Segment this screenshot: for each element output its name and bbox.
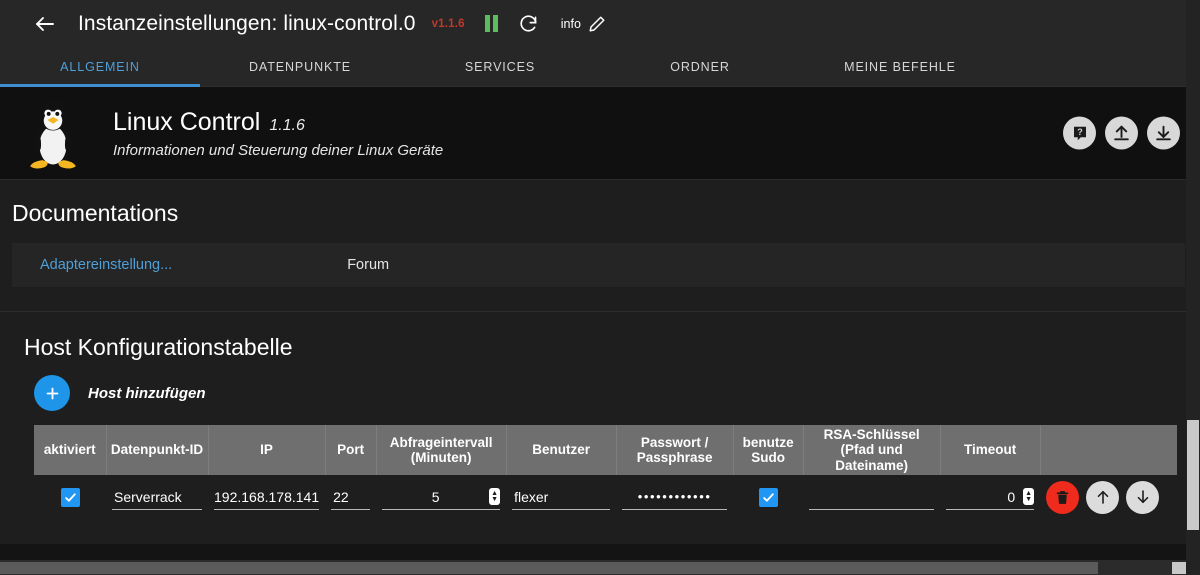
page-title: Instanzeinstellungen: linux-control.0 bbox=[78, 11, 416, 35]
question-mark-icon: ? bbox=[1073, 126, 1086, 140]
timeout-stepper[interactable]: ▲ ▼ bbox=[1023, 488, 1035, 505]
tab-allgemein[interactable]: ALLGEMEIN bbox=[0, 47, 200, 86]
col-port: Port bbox=[325, 425, 377, 475]
tux-penguin-logo-icon bbox=[30, 98, 76, 169]
move-row-up-button[interactable] bbox=[1086, 480, 1120, 514]
col-ip: IP bbox=[208, 425, 326, 475]
cell-port: 22 bbox=[325, 475, 376, 519]
arrow-up-icon bbox=[1097, 490, 1108, 504]
col-abfrageintervall: Abfrageintervall (Minuten) bbox=[376, 425, 507, 475]
svg-text:?: ? bbox=[1077, 127, 1083, 137]
plus-icon bbox=[46, 387, 58, 399]
vertical-scrollbar-thumb[interactable] bbox=[1187, 420, 1199, 530]
upload-button[interactable] bbox=[1105, 116, 1138, 150]
documentation-links-bar: Adaptereinstellung... Forum bbox=[12, 243, 1185, 287]
info-label[interactable]: info bbox=[561, 17, 581, 31]
host-table-heading: Host Konfigurationstabelle bbox=[24, 334, 293, 360]
timeout-field[interactable]: 0 ▲ ▼ bbox=[946, 484, 1035, 510]
download-button[interactable] bbox=[1147, 116, 1180, 150]
horizontal-scrollbar[interactable] bbox=[0, 560, 1186, 575]
benutzer-input[interactable]: flexer bbox=[512, 484, 611, 510]
help-button[interactable]: ? bbox=[1063, 116, 1096, 150]
version-badge: v1.1.6 bbox=[431, 17, 465, 30]
pause-icon[interactable] bbox=[484, 15, 498, 32]
cell-rsa-schluessel bbox=[803, 475, 940, 519]
adapter-version: 1.1.6 bbox=[269, 116, 305, 134]
adapter-title-group: Linux Control 1.1.6 Informationen und St… bbox=[113, 108, 443, 159]
ip-input[interactable]: 192.168.178.141 bbox=[214, 484, 320, 510]
datenpunkt-id-input[interactable]: Serverrack bbox=[112, 484, 202, 510]
rsa-key-input[interactable] bbox=[809, 484, 935, 510]
col-benutzer: Benutzer bbox=[506, 425, 617, 475]
col-actions bbox=[1040, 425, 1177, 475]
title-bar: Instanzeinstellungen: linux-control.0 v1… bbox=[0, 0, 1200, 47]
passwort-input[interactable]: •••••••••••• bbox=[638, 489, 712, 504]
trash-icon bbox=[1056, 490, 1069, 504]
adapter-name: Linux Control bbox=[113, 107, 261, 136]
vertical-scrollbar[interactable] bbox=[1186, 0, 1200, 575]
table-row: Serverrack 192.168.178.141 22 5 ▲ ▼ flex… bbox=[34, 475, 1177, 519]
tab-datenpunkte[interactable]: DATENPUNKTE bbox=[200, 47, 400, 86]
doc-link-adaptereinstellung[interactable]: Adaptereinstellung... bbox=[34, 257, 178, 273]
check-icon bbox=[762, 492, 774, 502]
horizontal-scrollbar-thumb[interactable] bbox=[0, 562, 1098, 574]
col-aktiviert: aktiviert bbox=[34, 425, 107, 475]
host-table-wrapper: aktiviert Datenpunkt-ID IP Port Abfragei… bbox=[0, 411, 1200, 519]
col-rsa-schluessel: RSA-Schlüssel (Pfad und Dateiname) bbox=[803, 425, 941, 475]
download-arrow-icon bbox=[1156, 125, 1171, 141]
doc-link-forum[interactable]: Forum bbox=[341, 257, 395, 273]
timeout-input[interactable]: 0 bbox=[946, 489, 1023, 505]
port-input[interactable]: 22 bbox=[331, 484, 371, 510]
tab-bar: ALLGEMEIN DATENPUNKTE SERVICES ORDNER ME… bbox=[0, 47, 1200, 87]
table-body: Serverrack 192.168.178.141 22 5 ▲ ▼ flex… bbox=[34, 475, 1177, 519]
host-table-section: Host Konfigurationstabelle Host hinzufüg… bbox=[0, 312, 1200, 519]
move-row-down-button[interactable] bbox=[1126, 480, 1160, 514]
row-action-buttons bbox=[1046, 480, 1171, 514]
adapter-header: Linux Control 1.1.6 Informationen und St… bbox=[0, 87, 1200, 180]
add-host-button[interactable] bbox=[34, 375, 70, 411]
col-datenpunkt-id: Datenpunkt-ID bbox=[106, 425, 209, 475]
documentation-section: Documentations Adaptereinstellung... For… bbox=[0, 180, 1200, 287]
col-timeout: Timeout bbox=[940, 425, 1041, 475]
host-configuration-table: aktiviert Datenpunkt-ID IP Port Abfragei… bbox=[34, 425, 1178, 519]
cell-benutzer: flexer bbox=[506, 475, 616, 519]
abfrageintervall-stepper[interactable]: ▲ ▼ bbox=[489, 488, 501, 505]
table-header-row: aktiviert Datenpunkt-ID IP Port Abfragei… bbox=[34, 425, 1178, 475]
cell-actions bbox=[1040, 475, 1177, 519]
tab-services[interactable]: SERVICES bbox=[400, 47, 600, 86]
cell-aktiviert bbox=[34, 475, 106, 519]
cell-datenpunkt-id: Serverrack bbox=[106, 475, 208, 519]
col-passwort: Passwort / Passphrase bbox=[616, 425, 734, 475]
cell-timeout: 0 ▲ ▼ bbox=[940, 475, 1040, 519]
upload-arrow-icon bbox=[1114, 125, 1129, 141]
adapter-description: Informationen und Steuerung deiner Linux… bbox=[113, 141, 444, 159]
arrow-down-icon bbox=[1137, 490, 1148, 504]
tab-meine-befehle[interactable]: MEINE BEFEHLE bbox=[800, 47, 1000, 86]
check-icon bbox=[64, 492, 76, 502]
cell-passwort: •••••••••••• bbox=[616, 475, 733, 519]
cell-ip: 192.168.178.141 bbox=[208, 475, 325, 519]
cell-abfrageintervall: 5 ▲ ▼ bbox=[376, 475, 506, 519]
adapter-name-row: Linux Control 1.1.6 bbox=[113, 108, 443, 137]
tab-ordner[interactable]: ORDNER bbox=[600, 47, 800, 86]
back-arrow-icon[interactable] bbox=[32, 11, 58, 37]
refresh-icon[interactable] bbox=[518, 13, 539, 34]
horizontal-scrollbar-endcap[interactable] bbox=[1172, 562, 1186, 574]
aktiviert-checkbox[interactable] bbox=[60, 487, 80, 507]
table-header: aktiviert Datenpunkt-ID IP Port Abfragei… bbox=[34, 425, 1178, 475]
bottom-strip bbox=[0, 544, 1186, 560]
col-benutze-sudo: benutze Sudo bbox=[733, 425, 804, 475]
benutze-sudo-checkbox[interactable] bbox=[758, 487, 778, 507]
adapter-actions: ? bbox=[1063, 116, 1180, 150]
delete-row-button[interactable] bbox=[1046, 480, 1080, 514]
documentation-heading: Documentations bbox=[12, 200, 179, 226]
add-host-label: Host hinzufügen bbox=[88, 384, 206, 402]
add-host-row: Host hinzufügen bbox=[0, 361, 1200, 411]
cell-benutze-sudo bbox=[733, 475, 803, 519]
abfrageintervall-input[interactable]: 5 bbox=[382, 489, 489, 505]
abfrageintervall-field[interactable]: 5 ▲ ▼ bbox=[382, 484, 501, 510]
pencil-icon[interactable] bbox=[588, 15, 606, 33]
